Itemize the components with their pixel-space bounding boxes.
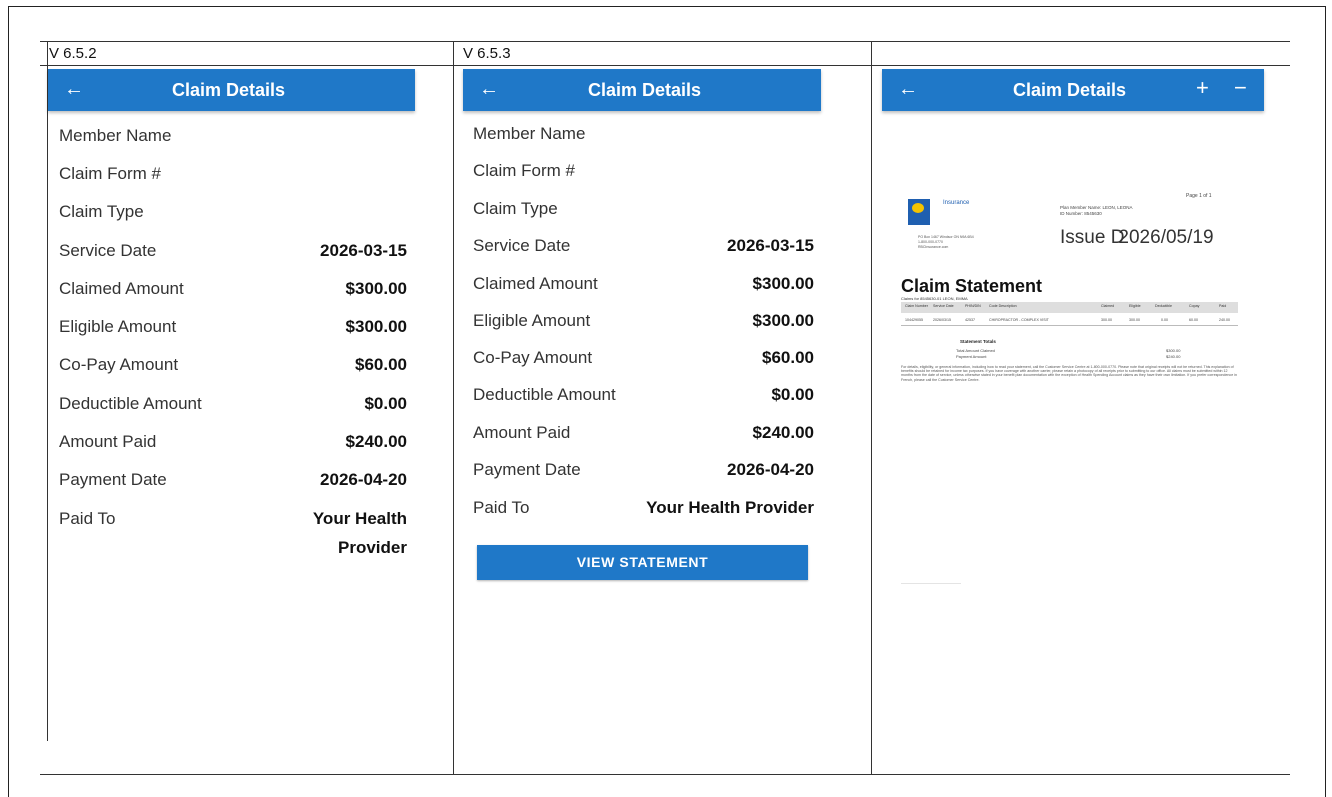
rbc-logo (908, 199, 930, 225)
brand-insurance-label: Insurance (943, 200, 970, 206)
field-row-payment-date-2: Payment Date 2026-04-20 (473, 460, 814, 479)
frame-top-border (8, 6, 1326, 7)
table-header-bottom-line (40, 65, 1290, 66)
field-row-deductible-amount-1: Deductible Amount $0.00 (59, 394, 407, 413)
field-row-copay-amount-2: Co-Pay Amount $60.00 (473, 348, 814, 367)
appbar-title-3: Claim Details (1013, 80, 1127, 100)
appbar-2: ← Claim Details (463, 69, 821, 111)
payment-amount-label: Payment Amount (956, 354, 987, 359)
statement-fine-print: For details, eligibility, or general inf… (901, 365, 1238, 382)
plus-icon[interactable]: + (1196, 77, 1209, 99)
statement-table-header: Claim Number Service Date PHIN/DIN Code … (901, 302, 1238, 313)
statement-title: Claim Statement (901, 276, 1043, 296)
column-divider-2 (871, 41, 872, 775)
field-row-paid-to-2: Paid To Your Health Provider (473, 498, 814, 517)
statement-table-row: 104429055 2026/03/15 42537 CHIROPRACTOR … (901, 316, 1238, 326)
table-bottom-line (40, 774, 1290, 775)
version-label-1: V 6.5.2 (49, 45, 97, 62)
statement-document: Insurance PO Box 1467 Windsor ON N9A 6B4… (898, 185, 1238, 605)
member-id-line: ID Number: 8545630 (1060, 211, 1102, 216)
claims-for-line: Claims for 8545630-01 LEON, EMMA (901, 296, 968, 301)
column-1-left-line (47, 41, 48, 741)
arrow-left-icon[interactable]: ← (479, 78, 499, 100)
field-row-service-date-1: Service Date 2026-03-15 (59, 241, 407, 260)
field-row-claimed-amount-2: Claimed Amount $300.00 (473, 274, 814, 293)
issue-date: Issue D2026/05/19 (1060, 227, 1214, 248)
frame-left-border (8, 6, 9, 797)
field-row-claim-type-1: Claim Type (59, 202, 144, 221)
payment-amount-value: $240.00 (1166, 354, 1181, 359)
frame-right-border (1325, 6, 1326, 797)
sender-address: PO Box 1467 Windsor ON N9A 6B4 1-800-000-… (918, 235, 974, 249)
field-row-member-name-1: Member Name (59, 126, 172, 145)
minus-icon[interactable]: − (1234, 77, 1247, 99)
column-divider-1 (453, 41, 454, 775)
table-header-top-line (40, 41, 1290, 42)
field-row-claimed-amount-1: Claimed Amount $300.00 (59, 279, 407, 298)
field-row-amount-paid-2: Amount Paid $240.00 (473, 423, 814, 442)
arrow-left-icon[interactable]: ← (64, 78, 84, 100)
field-row-claim-form-1: Claim Form # (59, 164, 162, 183)
appbar-3: ← Claim Details + − (882, 69, 1264, 111)
field-row-service-date-2: Service Date 2026-03-15 (473, 236, 814, 255)
appbar-1: ← Claim Details (48, 69, 415, 111)
version-label-2: V 6.5.3 (463, 45, 511, 62)
arrow-left-icon[interactable]: ← (898, 78, 918, 100)
field-row-payment-date-1: Payment Date 2026-04-20 (59, 470, 407, 489)
total-claimed-label: Total Amount Claimed (956, 348, 995, 353)
appbar-title-2: Claim Details (588, 80, 702, 100)
statement-totals-title: Statement Totals (960, 339, 996, 344)
field-row-claim-form-2: Claim Form # (473, 161, 576, 180)
field-row-eligible-amount-2: Eligible Amount $300.00 (473, 311, 814, 330)
field-row-claim-type-2: Claim Type (473, 199, 558, 218)
member-info: Plan Member Name: LEON, LEONA ID Number:… (1060, 205, 1133, 217)
appbar-title-1: Claim Details (172, 80, 286, 100)
field-row-paid-to-1: Paid To Your Health Provider (59, 509, 407, 557)
total-claimed-value: $300.00 (1166, 348, 1181, 353)
field-row-deductible-amount-2: Deductible Amount $0.00 (473, 385, 814, 404)
field-row-member-name-2: Member Name (473, 124, 586, 143)
statement-footer-line: ———————————————————— (901, 581, 961, 585)
page-info: Page 1 of 1 (1186, 193, 1212, 199)
field-row-copay-amount-1: Co-Pay Amount $60.00 (59, 355, 407, 374)
field-row-amount-paid-1: Amount Paid $240.00 (59, 432, 407, 451)
view-statement-button[interactable]: VIEW STATEMENT (477, 545, 808, 580)
field-row-eligible-amount-1: Eligible Amount $300.00 (59, 317, 407, 336)
